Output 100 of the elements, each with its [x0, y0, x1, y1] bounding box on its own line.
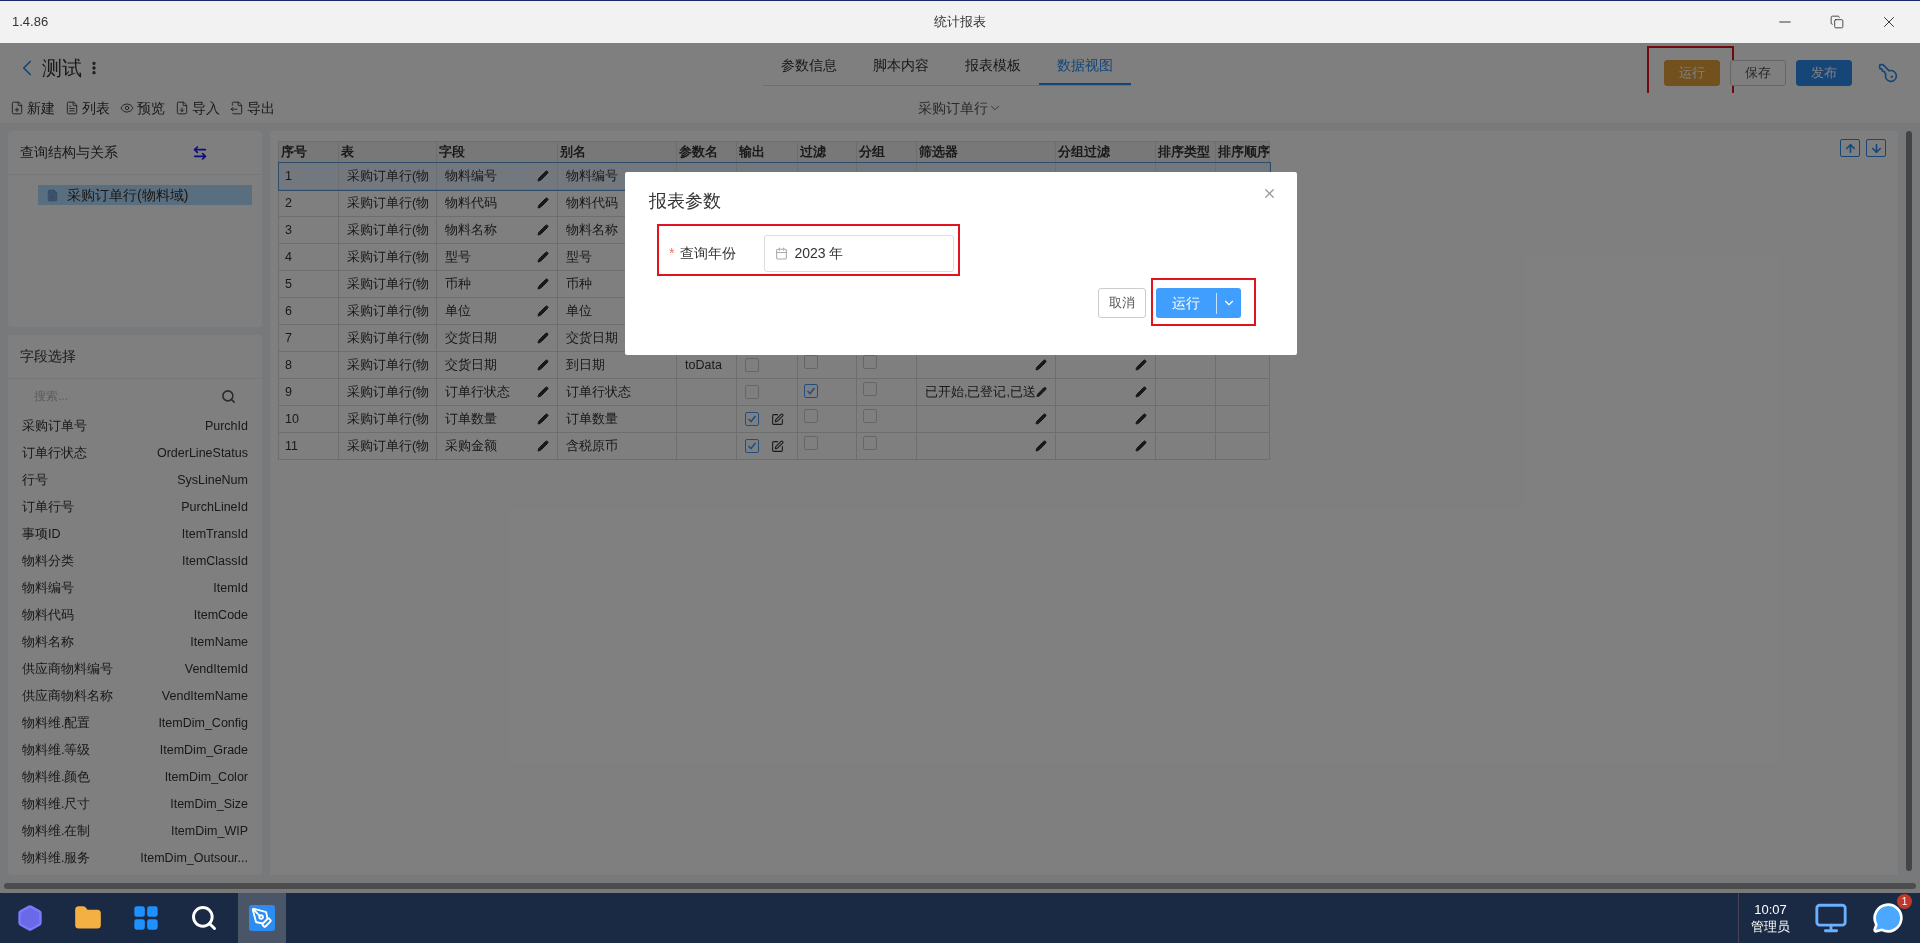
field-label[interactable]: 事项ID: [22, 525, 61, 544]
field-label[interactable]: 物料维.服务: [22, 849, 91, 868]
tab[interactable]: 数据视图: [1039, 47, 1131, 85]
edit-icon[interactable]: [537, 251, 549, 263]
edit-icon[interactable]: [1135, 386, 1147, 398]
edit-icon[interactable]: [771, 439, 784, 453]
edit-icon[interactable]: [771, 412, 784, 426]
checkbox[interactable]: [804, 355, 818, 370]
edit-icon[interactable]: [1035, 386, 1047, 398]
tab[interactable]: 脚本内容: [855, 47, 947, 85]
edit-icon[interactable]: [1035, 359, 1047, 371]
tab[interactable]: 参数信息: [763, 47, 855, 85]
field-code[interactable]: PurchLineId: [181, 498, 248, 517]
restore-icon[interactable]: [1830, 15, 1844, 29]
edit-icon[interactable]: [537, 278, 549, 290]
checkbox[interactable]: [804, 436, 818, 451]
move-up-button[interactable]: [1840, 139, 1860, 157]
toolbar-button[interactable]: 列表: [65, 97, 110, 119]
field-label[interactable]: 订单行状态: [22, 444, 87, 463]
field-label[interactable]: 物料维.等级: [22, 741, 91, 760]
year-field[interactable]: 2023 年: [764, 235, 955, 272]
chat-icon[interactable]: [1872, 902, 1904, 934]
edit-icon[interactable]: [537, 440, 549, 452]
field-code[interactable]: VendItemId: [184, 660, 248, 679]
edit-icon[interactable]: [537, 413, 549, 425]
checkbox[interactable]: [804, 383, 818, 398]
key-icon[interactable]: [1878, 63, 1898, 83]
run-button[interactable]: 运行: [1156, 288, 1241, 318]
checkbox[interactable]: [745, 385, 759, 399]
field-code[interactable]: SysLineNum: [177, 471, 248, 490]
tree-item[interactable]: 采购订单行(物料域): [38, 185, 252, 205]
field-label[interactable]: 物料名称: [22, 633, 74, 652]
field-code[interactable]: VendItemName: [161, 687, 248, 706]
checkbox[interactable]: [863, 382, 877, 397]
checkbox[interactable]: [745, 358, 759, 372]
move-down-button[interactable]: [1866, 139, 1886, 157]
field-label[interactable]: 物料代码: [22, 606, 74, 625]
edit-icon[interactable]: [537, 359, 549, 371]
checkbox[interactable]: [863, 409, 877, 424]
field-code[interactable]: ItemDim_Size: [170, 795, 248, 814]
edit-icon[interactable]: [1035, 440, 1047, 452]
checkbox[interactable]: [804, 409, 818, 424]
header-button[interactable]: 保存: [1730, 60, 1786, 86]
toolbar-button[interactable]: 新建: [10, 97, 55, 119]
swap-icon[interactable]: [192, 144, 208, 161]
toolbar-button[interactable]: 导出: [230, 97, 275, 119]
field-code[interactable]: ItemDim_Outsour...: [140, 849, 248, 868]
folder-icon[interactable]: [74, 904, 102, 932]
field-label[interactable]: 物料分类: [22, 552, 74, 571]
toolbar-button[interactable]: 预览: [120, 97, 165, 119]
edit-icon[interactable]: [1135, 413, 1147, 425]
field-code[interactable]: ItemTransId: [181, 525, 248, 544]
field-code[interactable]: PurchId: [204, 417, 248, 436]
checkbox[interactable]: [745, 412, 759, 426]
tab[interactable]: 报表模板: [947, 47, 1039, 85]
field-code[interactable]: ItemName: [190, 633, 248, 652]
cancel-button[interactable]: 取消: [1098, 288, 1146, 318]
field-label[interactable]: 物料维.在制: [22, 822, 91, 841]
field-label[interactable]: 物料维.配置: [22, 714, 91, 733]
edit-icon[interactable]: [1135, 440, 1147, 452]
panel-title: 查询结构与关系: [20, 143, 118, 162]
grid-icon[interactable]: [132, 904, 160, 932]
design-tool-icon[interactable]: [238, 893, 286, 943]
toolbar-button[interactable]: 导入: [175, 97, 220, 119]
edit-icon[interactable]: [537, 305, 549, 317]
edit-icon[interactable]: [1035, 413, 1047, 425]
table-row[interactable]: 10 采购订单行(物 订单数量 订单数量: [278, 405, 1270, 433]
edit-icon[interactable]: [537, 224, 549, 236]
app-logo-icon[interactable]: [16, 904, 44, 932]
field-label[interactable]: 采购订单号: [22, 417, 87, 436]
field-label[interactable]: 物料维.颜色: [22, 768, 91, 787]
field-label[interactable]: 物料编号: [22, 579, 74, 598]
view-select[interactable]: 采购订单行: [918, 97, 1002, 119]
field-label[interactable]: 物料维.尺寸: [22, 795, 91, 814]
field-code[interactable]: ItemDim_Config: [158, 714, 248, 733]
edit-icon[interactable]: [1135, 359, 1147, 371]
table-row[interactable]: 11 采购订单行(物 采购金额 含税原币: [278, 432, 1270, 460]
field-label[interactable]: 供应商物料名称: [22, 687, 113, 706]
field-label[interactable]: 供应商物料编号: [22, 660, 113, 679]
checkbox[interactable]: [745, 439, 759, 453]
checkbox[interactable]: [863, 436, 877, 451]
field-label[interactable]: 行号: [22, 471, 48, 490]
field-label[interactable]: 订单行号: [22, 498, 74, 517]
field-code[interactable]: ItemDim_WIP: [170, 822, 248, 841]
field-code[interactable]: ItemDim_Color: [164, 768, 248, 787]
search-icon[interactable]: [190, 904, 218, 932]
table-cell: 采购订单行(物: [338, 270, 437, 298]
checkbox[interactable]: [863, 355, 877, 370]
edit-icon[interactable]: [537, 386, 549, 398]
edit-icon[interactable]: [537, 332, 549, 344]
field-code[interactable]: OrderLineStatus: [156, 444, 248, 463]
monitor-icon[interactable]: [1814, 901, 1848, 935]
edit-icon[interactable]: [537, 170, 549, 182]
header-button[interactable]: 发布: [1796, 60, 1852, 86]
edit-icon[interactable]: [537, 197, 549, 209]
table-row[interactable]: 9 采购订单行(物 订单行状态 订单行状态 已开始,已登记,已送: [278, 378, 1270, 406]
field-code[interactable]: ItemDim_Grade: [159, 741, 248, 760]
field-code[interactable]: ItemClassId: [182, 552, 248, 571]
field-code[interactable]: ItemId: [213, 579, 248, 598]
field-code[interactable]: ItemCode: [193, 606, 248, 625]
